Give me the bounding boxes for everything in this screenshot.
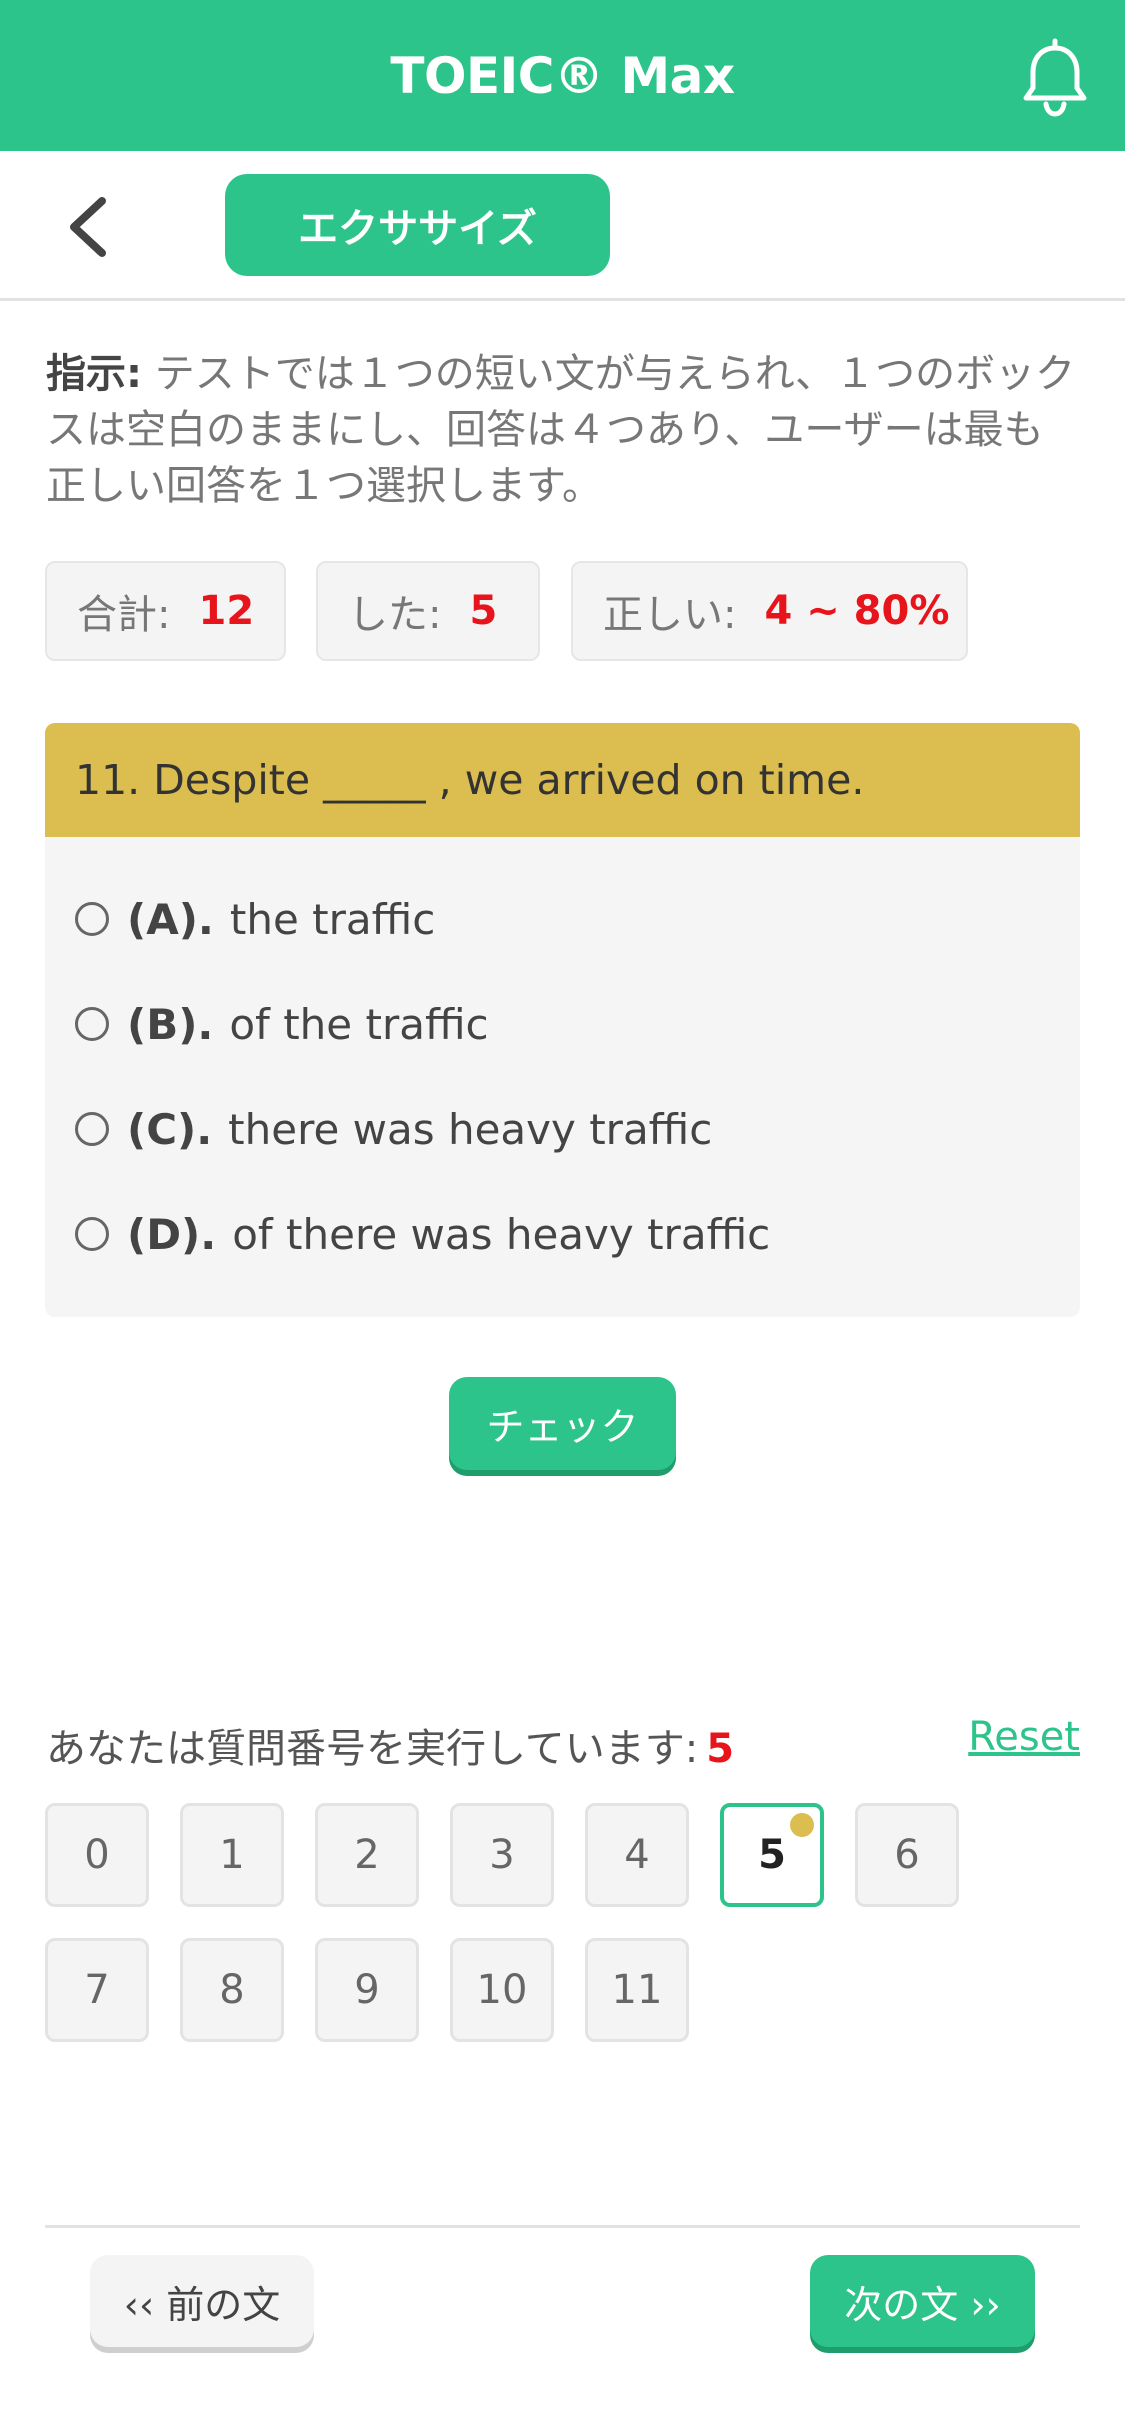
option-key: (C). [127, 1104, 213, 1154]
instructions-text: テストでは１つの短い文が与えられ、１つのボックスは空白のままにし、回答は４つあり… [46, 351, 1076, 509]
option-key: (A). [127, 894, 214, 944]
exercise-tab-button[interactable]: エクササイズ [225, 174, 610, 276]
stat-correct: 正しい: 4 ~ 80% [571, 561, 968, 661]
app-header: TOEIC® Max [0, 0, 1125, 151]
question-number-label: 5 [758, 1832, 786, 1878]
question-number-9[interactable]: 9 [315, 1938, 419, 2042]
radio-icon[interactable] [75, 902, 109, 936]
chevron-left-icon[interactable] [62, 195, 118, 259]
option-key: (D). [127, 1209, 217, 1259]
question-number-8[interactable]: 8 [180, 1938, 284, 2042]
option-text: there was heavy traffic [228, 1104, 713, 1154]
stat-correct-label: 正しい: [603, 592, 737, 638]
question-number-5-current[interactable]: 5 [720, 1803, 824, 1907]
question-number-3[interactable]: 3 [450, 1803, 554, 1907]
current-question-number: 5 [706, 1726, 735, 1772]
option-d[interactable]: (D). of there was heavy traffic [75, 1204, 770, 1264]
question-number-1[interactable]: 1 [180, 1803, 284, 1907]
check-button[interactable]: チェック [449, 1377, 676, 1470]
progress-label-text: あなたは質問番号を実行しています: [46, 1726, 699, 1772]
option-text: the traffic [229, 894, 436, 944]
app-title: TOEIC® Max [390, 46, 735, 105]
stat-correct-value: 4 ~ 80% [764, 588, 950, 634]
stat-total-value: 12 [198, 588, 255, 634]
question-text: 11. Despite _____ , we arrived on time. [45, 723, 1080, 837]
current-dot-icon [790, 1813, 814, 1837]
progress-label: あなたは質問番号を実行しています: 5 [46, 1716, 734, 1774]
stat-done: した: 5 [316, 561, 540, 661]
prev-sentence-button[interactable]: ‹‹ 前の文 [90, 2255, 314, 2347]
next-sentence-button[interactable]: 次の文 ›› [810, 2255, 1035, 2347]
option-key: (B). [127, 999, 214, 1049]
stat-total: 合計: 12 [45, 561, 286, 661]
option-text: of the traffic [229, 999, 489, 1049]
instructions: 指示: テストでは１つの短い文が与えられ、１つのボックスは空白のままにし、回答は… [46, 346, 1076, 514]
divider [45, 2225, 1080, 2228]
stat-done-value: 5 [469, 588, 498, 634]
option-b[interactable]: (B). of the traffic [75, 994, 489, 1054]
sub-toolbar: エクササイズ [0, 151, 1125, 301]
radio-icon[interactable] [75, 1112, 109, 1146]
question-number-2[interactable]: 2 [315, 1803, 419, 1907]
stat-done-label: した: [348, 592, 442, 638]
question-card: 11. Despite _____ , we arrived on time. … [45, 723, 1080, 1317]
question-number-4[interactable]: 4 [585, 1803, 689, 1907]
reset-link[interactable]: Reset [968, 1714, 1080, 1760]
option-a[interactable]: (A). the traffic [75, 889, 435, 949]
option-text: of there was heavy traffic [232, 1209, 771, 1259]
option-c[interactable]: (C). there was heavy traffic [75, 1099, 712, 1159]
question-number-7[interactable]: 7 [45, 1938, 149, 2042]
question-number-11[interactable]: 11 [585, 1938, 689, 2042]
radio-icon[interactable] [75, 1217, 109, 1251]
question-number-0[interactable]: 0 [45, 1803, 149, 1907]
question-number-6[interactable]: 6 [855, 1803, 959, 1907]
bell-icon[interactable] [1013, 36, 1097, 120]
radio-icon[interactable] [75, 1007, 109, 1041]
stat-total-label: 合計: [77, 592, 171, 638]
question-number-10[interactable]: 10 [450, 1938, 554, 2042]
instructions-label: 指示: [46, 351, 142, 397]
